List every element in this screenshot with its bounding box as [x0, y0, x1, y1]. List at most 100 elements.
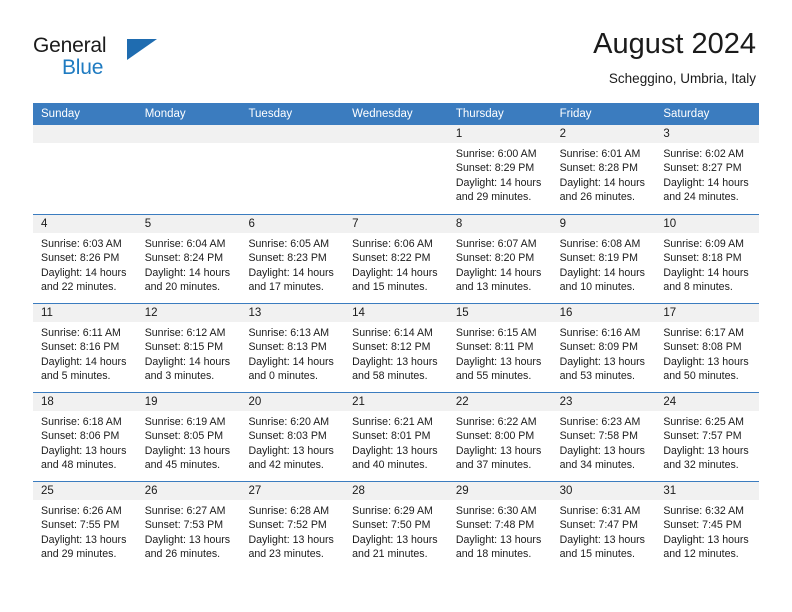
- daylight-duration-line1: Daylight: 13 hours: [41, 444, 127, 457]
- day-details: Sunrise: 6:20 AM Sunset: 8:03 PM Daylight:…: [240, 411, 344, 472]
- day-cell[interactable]: 20 Sunrise: 6:20 AM Sunset: 8:03 PM Dayligh…: [240, 393, 345, 481]
- daylight-duration-line2: and 42 minutes.: [248, 458, 324, 471]
- sunrise-time: Sunrise: 6:21 AM: [352, 416, 433, 428]
- day-number: 17: [663, 307, 677, 319]
- day-cell-empty: [136, 125, 241, 214]
- day-cell[interactable]: 11 Sunrise: 6:11 AM Sunset: 8:16 PM Dayligh…: [33, 304, 137, 392]
- daylight-duration-line1: Daylight: 14 hours: [41, 355, 127, 368]
- daylight-duration-line1: Daylight: 14 hours: [663, 176, 749, 189]
- day-number-band: 30: [551, 482, 656, 500]
- daylight-duration-line1: Daylight: 13 hours: [663, 355, 749, 368]
- day-cell[interactable]: 16 Sunrise: 6:16 AM Sunset: 8:09 PM Dayligh…: [551, 304, 656, 392]
- day-cell[interactable]: 25 Sunrise: 6:26 AM Sunset: 7:55 PM Dayligh…: [33, 482, 137, 570]
- sunrise-time: Sunrise: 6:06 AM: [352, 238, 433, 250]
- day-number-band: 24: [655, 393, 760, 411]
- daylight-duration-line1: Daylight: 14 hours: [248, 355, 334, 368]
- day-cell[interactable]: 13 Sunrise: 6:13 AM Sunset: 8:13 PM Dayligh…: [240, 304, 345, 392]
- day-number: 20: [248, 396, 262, 408]
- day-details: Sunrise: 6:28 AM Sunset: 7:52 PM Daylight:…: [240, 500, 344, 561]
- daylight-duration-line1: Daylight: 13 hours: [41, 533, 127, 546]
- day-cell[interactable]: 23 Sunrise: 6:23 AM Sunset: 7:58 PM Dayligh…: [551, 393, 656, 481]
- day-cell[interactable]: 5 Sunrise: 6:04 AM Sunset: 8:24 PM Daylight…: [136, 215, 241, 303]
- calendar-week-row: 18 Sunrise: 6:18 AM Sunset: 8:06 PM Dayligh…: [33, 392, 760, 481]
- day-number-band: [344, 125, 448, 143]
- day-cell[interactable]: 22 Sunrise: 6:22 AM Sunset: 8:00 PM Dayligh…: [447, 393, 552, 481]
- day-cell[interactable]: 30 Sunrise: 6:31 AM Sunset: 7:47 PM Dayligh…: [551, 482, 656, 570]
- day-number: 16: [559, 307, 573, 319]
- day-cell[interactable]: 15 Sunrise: 6:15 AM Sunset: 8:11 PM Dayligh…: [447, 304, 552, 392]
- day-cell[interactable]: 27 Sunrise: 6:28 AM Sunset: 7:52 PM Dayligh…: [240, 482, 345, 570]
- day-cell[interactable]: 31 Sunrise: 6:32 AM Sunset: 7:45 PM Dayligh…: [655, 482, 760, 570]
- calendar-week-row: 1 Sunrise: 6:00 AM Sunset: 8:29 PM Daylight…: [33, 125, 760, 214]
- calendar-week-row: 11 Sunrise: 6:11 AM Sunset: 8:16 PM Dayligh…: [33, 303, 760, 392]
- daylight-duration-line2: and 58 minutes.: [352, 369, 428, 382]
- sunset-time: Sunset: 7:47 PM: [559, 519, 638, 532]
- day-cell[interactable]: 26 Sunrise: 6:27 AM Sunset: 7:53 PM Dayligh…: [136, 482, 241, 570]
- day-cell[interactable]: 9 Sunrise: 6:08 AM Sunset: 8:19 PM Daylight…: [551, 215, 656, 303]
- daylight-duration-line2: and 22 minutes.: [41, 280, 117, 293]
- daylight-duration-line2: and 34 minutes.: [559, 458, 635, 471]
- day-cell[interactable]: 4 Sunrise: 6:03 AM Sunset: 8:26 PM Daylight…: [33, 215, 137, 303]
- day-details: Sunrise: 6:11 AM Sunset: 8:16 PM Daylight:…: [33, 322, 137, 383]
- day-number-band: 22: [447, 393, 552, 411]
- day-cell[interactable]: 29 Sunrise: 6:30 AM Sunset: 7:48 PM Dayligh…: [447, 482, 552, 570]
- day-number: 2: [559, 128, 566, 140]
- day-cell[interactable]: 18 Sunrise: 6:18 AM Sunset: 8:06 PM Dayligh…: [33, 393, 137, 481]
- day-cell[interactable]: 10 Sunrise: 6:09 AM Sunset: 8:18 PM Dayligh…: [655, 215, 760, 303]
- sunset-time: Sunset: 7:52 PM: [248, 519, 327, 532]
- brand-name-blue: Blue: [62, 56, 104, 79]
- daylight-duration-line1: Daylight: 13 hours: [248, 444, 334, 457]
- calendar-grid: Sunday Monday Tuesday Wednesday Thursday Frid…: [33, 103, 760, 570]
- daylight-duration-line1: Daylight: 13 hours: [559, 355, 645, 368]
- daylight-duration-line1: Daylight: 14 hours: [144, 355, 231, 368]
- day-cell[interactable]: 28 Sunrise: 6:29 AM Sunset: 7:50 PM Dayligh…: [344, 482, 448, 570]
- day-cell[interactable]: 17 Sunrise: 6:17 AM Sunset: 8:08 PM Dayligh…: [655, 304, 760, 392]
- sunrise-time: Sunrise: 6:14 AM: [352, 327, 433, 339]
- sunset-time: Sunset: 7:58 PM: [559, 430, 638, 443]
- day-cell[interactable]: 14 Sunrise: 6:14 AM Sunset: 8:12 PM Dayligh…: [344, 304, 448, 392]
- day-details: Sunrise: 6:29 AM Sunset: 7:50 PM Daylight:…: [344, 500, 448, 561]
- daylight-duration-line1: Daylight: 14 hours: [455, 176, 542, 189]
- day-cell[interactable]: 21 Sunrise: 6:21 AM Sunset: 8:01 PM Dayligh…: [344, 393, 448, 481]
- daylight-duration-line1: Daylight: 13 hours: [663, 444, 749, 457]
- sunset-time: Sunset: 7:55 PM: [41, 519, 120, 532]
- daylight-duration-line1: Daylight: 13 hours: [248, 533, 334, 546]
- sunrise-time: Sunrise: 6:13 AM: [248, 327, 330, 339]
- day-cell[interactable]: 24 Sunrise: 6:25 AM Sunset: 7:57 PM Dayligh…: [655, 393, 760, 481]
- day-details: Sunrise: 6:15 AM Sunset: 8:11 PM Daylight:…: [448, 322, 552, 383]
- day-details: Sunrise: 6:04 AM Sunset: 8:24 PM Daylight:…: [137, 233, 241, 294]
- day-details: Sunrise: 6:02 AM Sunset: 8:27 PM Daylight:…: [655, 143, 759, 204]
- day-cell[interactable]: 3 Sunrise: 6:02 AM Sunset: 8:27 PM Daylight…: [655, 125, 760, 214]
- day-cell[interactable]: 8 Sunrise: 6:07 AM Sunset: 8:20 PM Daylight…: [447, 215, 552, 303]
- day-cell[interactable]: 1 Sunrise: 6:00 AM Sunset: 8:29 PM Daylight…: [447, 125, 552, 214]
- daylight-duration-line2: and 21 minutes.: [352, 547, 428, 560]
- day-number-band: 8: [447, 215, 552, 233]
- day-number: 13: [248, 307, 262, 319]
- day-details: Sunrise: 6:08 AM Sunset: 8:19 PM Daylight:…: [552, 233, 656, 294]
- day-number-band: 14: [344, 304, 448, 322]
- sunrise-time: Sunrise: 6:12 AM: [144, 327, 226, 339]
- daylight-duration-line1: Daylight: 13 hours: [352, 444, 438, 457]
- day-cell[interactable]: 19 Sunrise: 6:19 AM Sunset: 8:05 PM Dayligh…: [136, 393, 241, 481]
- brand-logo[interactable]: General Blue: [33, 34, 213, 86]
- sunrise-time: Sunrise: 6:09 AM: [663, 238, 744, 250]
- sunset-time: Sunset: 7:57 PM: [663, 430, 742, 443]
- day-cell[interactable]: 12 Sunrise: 6:12 AM Sunset: 8:15 PM Dayligh…: [136, 304, 241, 392]
- sunset-time: Sunset: 8:12 PM: [352, 341, 431, 354]
- day-number: 14: [352, 307, 365, 319]
- sunrise-time: Sunrise: 6:03 AM: [41, 238, 122, 250]
- day-number: 12: [144, 307, 158, 319]
- weekday-header-thursday: Thursday: [455, 108, 504, 120]
- sunrise-time: Sunrise: 6:08 AM: [559, 238, 641, 250]
- day-cell[interactable]: 7 Sunrise: 6:06 AM Sunset: 8:22 PM Daylight…: [344, 215, 448, 303]
- day-details: Sunrise: 6:16 AM Sunset: 8:09 PM Daylight:…: [552, 322, 656, 383]
- weekday-header-row: Sunday Monday Tuesday Wednesday Thursday Frid…: [33, 103, 759, 125]
- sunrise-time: Sunrise: 6:22 AM: [455, 416, 537, 428]
- sunrise-time: Sunrise: 6:29 AM: [352, 505, 433, 517]
- day-number-band: 26: [136, 482, 241, 500]
- sunset-time: Sunset: 8:20 PM: [455, 252, 535, 265]
- day-number: 8: [455, 218, 463, 230]
- day-cell[interactable]: 2 Sunrise: 6:01 AM Sunset: 8:28 PM Daylight…: [551, 125, 656, 214]
- day-number-band: 18: [33, 393, 137, 411]
- day-cell[interactable]: 6 Sunrise: 6:05 AM Sunset: 8:23 PM Daylight…: [240, 215, 345, 303]
